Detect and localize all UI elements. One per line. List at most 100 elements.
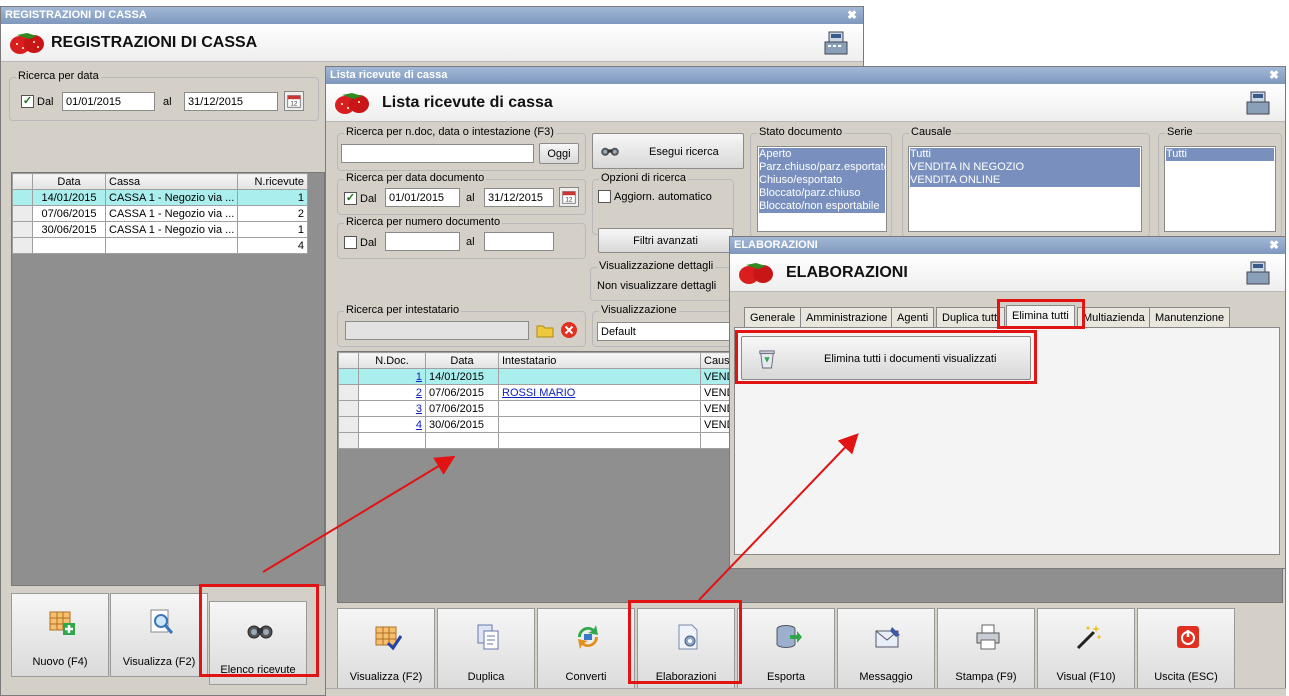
list-item[interactable]: VENDITA IN NEGOZIO	[910, 161, 1140, 174]
strawberry-logo-icon	[335, 93, 369, 114]
list-item[interactable]: Chiuso/esportato	[759, 174, 885, 187]
column-header-cassa[interactable]: Cassa	[105, 173, 238, 190]
intestatario-link[interactable]: ROSSI MARIO	[502, 387, 575, 399]
serie-list[interactable]: Tutti	[1164, 146, 1276, 232]
table-row[interactable]: 3 07/06/2015 VENDI	[338, 400, 759, 417]
table-row[interactable]: 07/06/2015 CASSA 1 - Negozio via ... 2	[12, 205, 308, 222]
cell-ndoc-link[interactable]: 3	[358, 400, 426, 417]
column-header-data[interactable]: Data	[32, 173, 106, 190]
oggi-button[interactable]: Oggi	[539, 143, 579, 164]
esegui-ricerca-button[interactable]: Esegui ricerca	[592, 133, 744, 169]
intestatario-input[interactable]	[345, 321, 529, 340]
date-from-input[interactable]: 01/01/2015	[62, 92, 155, 111]
list-item[interactable]: Parz.chiuso/parz.esportato	[759, 161, 885, 174]
ndoc-link[interactable]: 2	[416, 387, 422, 399]
visualizza-button[interactable]: Visualizza (F2)	[337, 608, 435, 692]
ndoc-link[interactable]: 1	[416, 371, 422, 383]
table-row[interactable]: 1 14/01/2015 VENDI	[338, 368, 759, 385]
close-icon[interactable]: ✖	[847, 8, 857, 22]
table-row[interactable]: 2 07/06/2015 ROSSI MARIO VENDI	[338, 384, 759, 401]
dal-label: Dal	[37, 96, 54, 108]
causale-group: Causale Tutti VENDITA IN NEGOZIO VENDITA…	[902, 126, 1150, 237]
dal-checkbox[interactable]: ✓	[21, 95, 34, 108]
close-icon[interactable]: ✖	[1269, 238, 1279, 252]
cell-ndoc-link[interactable]: 2	[358, 384, 426, 401]
tab-agenti[interactable]: Agenti	[891, 307, 935, 327]
duplica-button[interactable]: Duplica	[437, 608, 535, 692]
ndoc-link[interactable]: 4	[416, 419, 422, 431]
tab-generale[interactable]: Generale	[744, 307, 802, 327]
cell-intestatario[interactable]: ROSSI MARIO	[498, 384, 701, 401]
tab-elimina-tutti[interactable]: Elimina tutti	[1006, 305, 1075, 327]
aggiorn-checkbox[interactable]	[598, 190, 611, 203]
date-to-input[interactable]: 31/12/2015	[184, 92, 278, 111]
date-from-input[interactable]: 01/01/2015	[385, 188, 460, 207]
ricerca-data-documento-group: Ricerca per data documento ✓ Dal 01/01/2…	[337, 172, 586, 215]
list-item[interactable]: Bloccato/non esportabile	[759, 200, 885, 213]
registrazioni-header: REGISTRAZIONI DI CASSA	[1, 24, 863, 62]
table-row[interactable]: 14/01/2015 CASSA 1 - Negozio via ... 1	[12, 189, 308, 206]
column-header-nricevute[interactable]: N.ricevute	[237, 173, 308, 190]
elenco-ricevute-button[interactable]: Elenco ricevute	[209, 601, 307, 685]
elaborazioni-titlebar[interactable]: ELABORAZIONI ✖	[730, 237, 1285, 254]
elaborazioni-button[interactable]: Elaborazioni	[637, 608, 735, 692]
messaggio-button[interactable]: Messaggio	[837, 608, 935, 692]
calendar-icon[interactable]: 12	[284, 91, 304, 111]
visual-button[interactable]: Visual (F10)	[1037, 608, 1135, 692]
cell-intestatario	[498, 416, 701, 433]
calendar-icon[interactable]: 12	[559, 187, 579, 207]
table-row[interactable]: 4 30/06/2015 VENDI	[338, 416, 759, 433]
tab-duplica-tutti[interactable]: Duplica tutti	[936, 307, 1006, 327]
numero-from-input[interactable]	[385, 232, 460, 251]
aggiorn-label: Aggiorn. automatico	[614, 191, 712, 203]
nuovo-button[interactable]: Nuovo (F4)	[11, 593, 109, 677]
date-to-input[interactable]: 31/12/2015	[484, 188, 554, 207]
folder-icon[interactable]	[536, 321, 554, 339]
numero-to-input[interactable]	[484, 232, 554, 251]
column-header-data[interactable]: Data	[425, 352, 499, 369]
elimina-tutti-documenti-button[interactable]: Elimina tutti i documenti visualizzati	[741, 336, 1031, 380]
stato-documento-list[interactable]: Aperto Parz.chiuso/parz.esportato Chiuso…	[757, 146, 887, 232]
esporta-button[interactable]: Esporta	[737, 608, 835, 692]
dal-checkbox[interactable]	[344, 236, 357, 249]
column-header-intestatario[interactable]: Intestatario	[498, 352, 701, 369]
filtri-avanzati-button[interactable]: Filtri avanzati	[598, 228, 733, 253]
registrazioni-titlebar[interactable]: REGISTRAZIONI DI CASSA ✖	[1, 7, 863, 24]
ndoc-link[interactable]: 3	[416, 403, 422, 415]
converti-button[interactable]: Converti	[537, 608, 635, 692]
table-row[interactable]: 30/06/2015 CASSA 1 - Negozio via ... 1	[12, 221, 308, 238]
column-header-ndoc[interactable]: N.Doc.	[358, 352, 426, 369]
svg-text:12: 12	[565, 197, 573, 204]
visualizzazione-select[interactable]: Default	[597, 322, 737, 341]
tab-amministrazione[interactable]: Amministrazione	[800, 307, 894, 327]
tab-manutenzione[interactable]: Manutenzione	[1149, 307, 1231, 327]
converti-label: Converti	[565, 671, 607, 683]
cell-ndoc-link[interactable]: 1	[358, 368, 426, 385]
cash-register-icon	[824, 31, 848, 55]
list-item[interactable]: VENDITA ONLINE	[910, 174, 1140, 187]
lista-titlebar[interactable]: Lista ricevute di cassa ✖	[326, 67, 1285, 84]
visualizzazione-dettagli-select[interactable]: Non visualizzare dettagli	[594, 277, 736, 296]
causale-list[interactable]: Tutti VENDITA IN NEGOZIO VENDITA ONLINE	[908, 146, 1142, 232]
table-header-row: N.Doc. Data Intestatario Causa	[338, 352, 759, 369]
messaggio-label: Messaggio	[859, 671, 913, 683]
stampa-button[interactable]: Stampa (F9)	[937, 608, 1035, 692]
list-item[interactable]: Aperto	[759, 148, 885, 161]
cell-cassa: CASSA 1 - Negozio via ...	[105, 205, 238, 222]
ndoc-search-input[interactable]	[341, 144, 534, 163]
uscita-button[interactable]: Uscita (ESC)	[1137, 608, 1235, 692]
al-label: al	[466, 192, 475, 204]
list-item[interactable]: Tutti	[910, 148, 1140, 161]
grid-check-icon	[375, 626, 402, 651]
lista-header: Lista ricevute di cassa	[326, 84, 1285, 122]
dal-checkbox[interactable]: ✓	[344, 192, 357, 205]
visualizza-button[interactable]: Visualizza (F2)	[110, 593, 208, 677]
elaborazioni-header: ELABORAZIONI	[730, 254, 1285, 292]
list-item[interactable]: Tutti	[1166, 148, 1274, 161]
clear-red-icon[interactable]	[560, 321, 578, 339]
list-item[interactable]: Bloccato/parz.chiuso	[759, 187, 885, 200]
tab-multiazienda[interactable]: Multiazienda	[1077, 307, 1151, 327]
group-label: Ricerca per data documento	[344, 172, 487, 184]
close-icon[interactable]: ✖	[1269, 68, 1279, 82]
cell-ndoc-link[interactable]: 4	[358, 416, 426, 433]
